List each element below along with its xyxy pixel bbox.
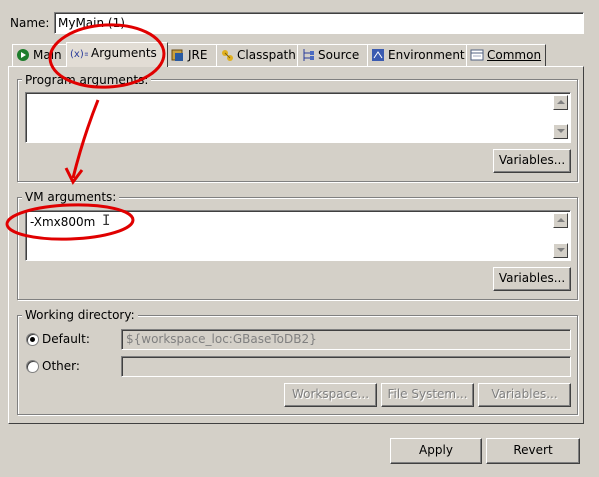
svg-text:(x)=: (x)= — [70, 49, 88, 60]
arguments-icon: (x)= — [70, 46, 92, 60]
file-system-button[interactable]: File System... — [381, 383, 474, 407]
program-args-variables-button[interactable]: Variables... — [493, 149, 571, 173]
other-directory-field — [121, 356, 571, 377]
working-directory-label: Working directory: — [22, 308, 138, 322]
classpath-icon — [220, 48, 234, 62]
tab-jre[interactable]: JRE — [167, 44, 217, 66]
program-args-scroll-down[interactable] — [553, 124, 568, 139]
main-launch-icon — [16, 48, 30, 62]
vm-arguments-label: VM arguments: — [22, 190, 120, 204]
vm-args-scroll-up[interactable] — [553, 213, 568, 228]
other-label: Other: — [42, 359, 80, 373]
other-radio[interactable] — [26, 360, 39, 373]
vm-args-variables-button[interactable]: Variables... — [493, 267, 571, 291]
environment-icon — [371, 48, 385, 62]
name-label: Name: — [10, 16, 50, 30]
tab-environment[interactable]: Environment — [367, 44, 467, 66]
program-arguments-textarea[interactable] — [25, 92, 571, 143]
tab-classpath[interactable]: Classpath — [216, 44, 298, 66]
program-args-scroll-up[interactable] — [553, 95, 568, 110]
tab-main[interactable]: Main — [12, 44, 67, 66]
vm-args-scroll-down[interactable] — [553, 243, 568, 258]
default-radio[interactable] — [26, 333, 39, 346]
default-label: Default: — [42, 332, 90, 346]
tab-source[interactable]: Source — [297, 44, 368, 66]
tab-common[interactable]: Common — [466, 44, 546, 66]
jre-icon — [171, 48, 185, 62]
apply-button[interactable]: Apply — [390, 438, 482, 464]
revert-button[interactable]: Revert — [486, 438, 580, 464]
vm-arguments-value: -Xmx800m — [30, 215, 96, 229]
tab-arguments[interactable]: (x)= Arguments — [66, 42, 168, 67]
working-dir-variables-button[interactable]: Variables... — [478, 383, 571, 407]
workspace-button[interactable]: Workspace... — [284, 383, 377, 407]
text-cursor-icon: I — [102, 213, 111, 229]
source-icon — [301, 48, 315, 62]
vm-arguments-textarea[interactable]: -Xmx800m I — [25, 210, 571, 261]
name-field[interactable] — [54, 12, 584, 34]
default-directory-field: ${workspace_loc:GBaseToDB2} — [121, 329, 571, 350]
program-arguments-label: Program arguments: — [22, 73, 152, 87]
common-icon — [470, 48, 484, 62]
